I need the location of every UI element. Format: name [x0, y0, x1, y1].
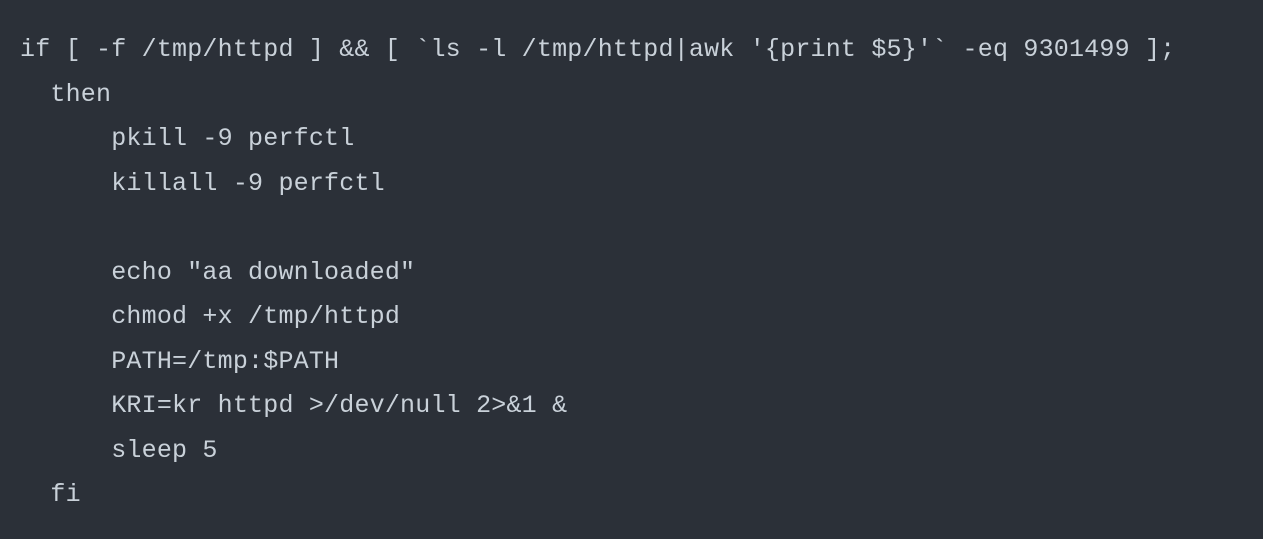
code-block: if [ -f /tmp/httpd ] && [ `ls -l /tmp/ht… [0, 0, 1263, 538]
code-content: if [ -f /tmp/httpd ] && [ `ls -l /tmp/ht… [20, 35, 1175, 509]
